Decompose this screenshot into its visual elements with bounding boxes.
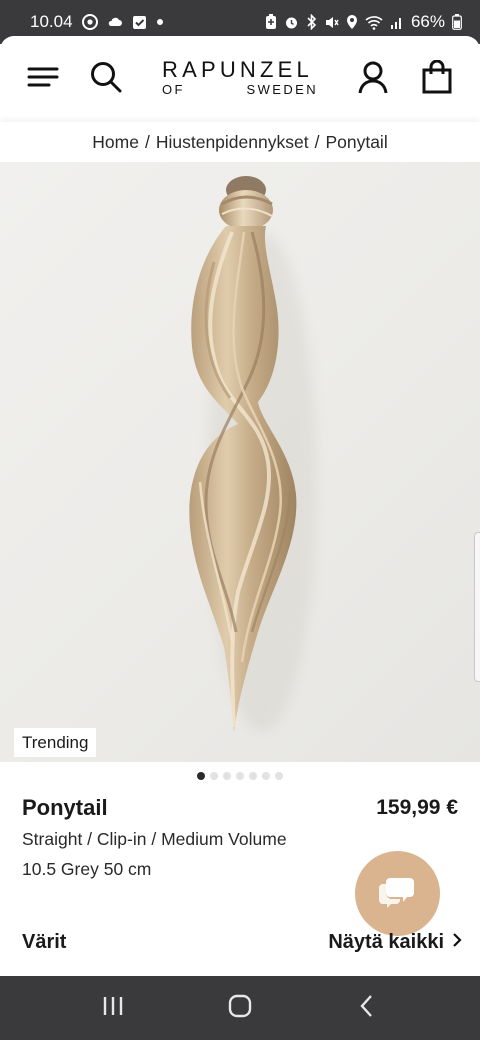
home-icon	[228, 994, 252, 1023]
show-all-link[interactable]: Näytä kaikki	[328, 931, 462, 954]
show-all-label: Näytä kaikki	[328, 931, 444, 953]
carousel-dot[interactable]	[236, 772, 244, 780]
carousel-dot[interactable]	[197, 772, 205, 780]
dot-icon	[156, 18, 164, 26]
mute-icon	[324, 15, 339, 30]
recent-apps-button[interactable]	[83, 983, 143, 1033]
account-button[interactable]	[351, 57, 395, 101]
breadcrumb-current[interactable]: Ponytail	[325, 132, 387, 153]
checkbox-notification-icon	[132, 15, 147, 30]
carousel-dot[interactable]	[223, 772, 231, 780]
signal-icon	[390, 15, 404, 29]
site-header: RAPUNZEL OF SWEDEN	[0, 36, 480, 122]
colors-label: Värit	[22, 931, 67, 953]
home-button[interactable]	[210, 983, 270, 1033]
breadcrumb-separator: /	[144, 131, 150, 152]
status-time: 10.04	[30, 12, 73, 31]
brand-logo[interactable]: RAPUNZEL OF SWEDEN	[162, 58, 320, 98]
breadcrumb: Home / Hiustenpidennykset / Ponytail	[0, 122, 480, 162]
status-left: 10.04	[30, 12, 164, 32]
breadcrumb-home[interactable]: Home	[92, 132, 139, 153]
chat-button[interactable]	[355, 851, 440, 936]
product-color-length: 10.5 Grey 50 cm	[22, 859, 152, 879]
ponytail-image	[189, 176, 317, 732]
brand-subline: OF SWEDEN	[162, 82, 320, 98]
product-title: Ponytail	[22, 795, 108, 820]
system-nav-bar	[0, 976, 480, 1040]
product-variant: Straight / Clip-in / Medium Volume	[22, 829, 287, 849]
status-right: 66%	[265, 12, 462, 32]
bluetooth-icon	[306, 14, 317, 30]
chevron-right-icon	[452, 931, 462, 954]
trending-badge: Trending	[14, 728, 97, 757]
brand-of: OF	[162, 82, 185, 97]
breadcrumb-separator: /	[314, 131, 320, 152]
wifi-icon	[365, 15, 383, 30]
carousel-dot[interactable]	[262, 772, 270, 780]
breadcrumb-category[interactable]: Hiustenpidennykset	[156, 132, 309, 153]
back-icon	[359, 994, 375, 1023]
account-icon	[357, 60, 389, 99]
brand-sweden: SWEDEN	[246, 82, 318, 97]
battery-saver-icon	[265, 14, 277, 30]
search-button[interactable]	[84, 57, 128, 101]
battery-icon	[452, 14, 462, 30]
alarm-icon	[284, 15, 299, 30]
product-price: 159,99 €	[376, 796, 458, 819]
battery-percent: 66%	[410, 12, 445, 31]
back-button[interactable]	[337, 983, 397, 1033]
recent-apps-icon	[101, 995, 125, 1022]
chat-icon	[378, 874, 418, 913]
carousel-dot[interactable]	[210, 772, 218, 780]
location-icon	[346, 14, 358, 30]
search-icon	[89, 60, 123, 99]
cloud-icon	[107, 15, 123, 29]
menu-button[interactable]	[21, 57, 65, 101]
carousel-dots	[0, 772, 480, 780]
brand-name: RAPUNZEL	[162, 57, 313, 82]
carousel-dot[interactable]	[275, 772, 283, 780]
chrome-icon	[81, 14, 98, 30]
cart-icon	[422, 59, 452, 99]
carousel-dot[interactable]	[249, 772, 257, 780]
side-scroll-handle[interactable]	[474, 532, 480, 682]
cart-button[interactable]	[415, 57, 459, 101]
product-gallery[interactable]: Trending	[0, 162, 480, 762]
menu-icon	[27, 65, 59, 94]
